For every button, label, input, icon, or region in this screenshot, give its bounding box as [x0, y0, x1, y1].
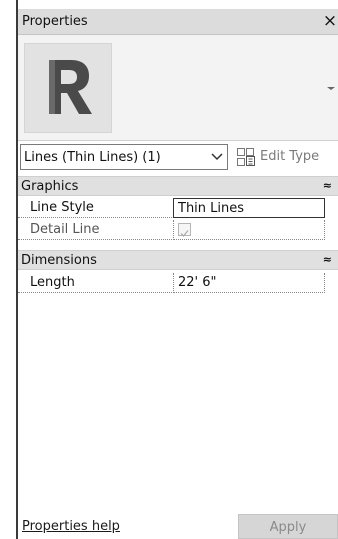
close-icon[interactable]: × — [322, 11, 338, 31]
selector-row: Lines (Thin Lines) (1) Edit Type — [18, 142, 338, 172]
line-style-field[interactable]: Thin Lines — [173, 198, 325, 218]
collapse-icon[interactable]: ≈ — [323, 179, 332, 192]
checkmark-icon — [180, 230, 189, 237]
property-value-text: 22' 6" — [178, 275, 217, 290]
revit-logo-icon — [24, 43, 112, 133]
property-value: 22' 6" — [173, 273, 325, 293]
property-name: Line Style — [18, 198, 172, 218]
property-name: Detail Line — [18, 220, 172, 240]
properties-help-link[interactable]: Properties help — [22, 519, 120, 534]
panel-title: Properties — [22, 14, 88, 29]
element-type-dropdown[interactable]: Lines (Thin Lines) (1) — [20, 144, 228, 170]
dropdown-arrow-icon[interactable] — [326, 83, 336, 93]
group-label: Dimensions — [21, 253, 97, 268]
edit-type-label: Edit Type — [260, 149, 320, 164]
detail-line-checkbox — [178, 223, 191, 237]
property-value — [173, 220, 325, 240]
group-label: Graphics — [21, 179, 79, 194]
edit-type-button[interactable]: Edit Type — [234, 144, 338, 170]
type-selector-preview[interactable] — [18, 35, 338, 141]
property-name: Length — [18, 273, 172, 293]
panel-footer: Properties help Apply — [18, 512, 338, 539]
property-name-text: Length — [30, 275, 75, 290]
selector-value: Lines (Thin Lines) (1) — [24, 150, 161, 165]
group-header-graphics[interactable]: Graphics ≈ — [18, 176, 338, 196]
property-value-text: Thin Lines — [178, 201, 245, 216]
property-row-detail-line: Detail Line — [18, 220, 338, 240]
collapse-icon[interactable]: ≈ — [323, 253, 332, 266]
group-header-dimensions[interactable]: Dimensions ≈ — [18, 250, 338, 270]
properties-panel: Properties × Lines (Thin Lines) (1) Edit… — [16, 0, 338, 539]
property-row-line-style[interactable]: Line Style Thin Lines — [18, 198, 338, 218]
edit-type-icon — [237, 148, 255, 166]
chevron-down-icon — [211, 153, 223, 161]
apply-button[interactable]: Apply — [238, 514, 338, 539]
property-name-text: Detail Line — [30, 222, 100, 237]
property-name-text: Line Style — [30, 200, 94, 215]
panel-titlebar: Properties × — [18, 9, 338, 35]
property-row-length: Length 22' 6" — [18, 273, 338, 293]
